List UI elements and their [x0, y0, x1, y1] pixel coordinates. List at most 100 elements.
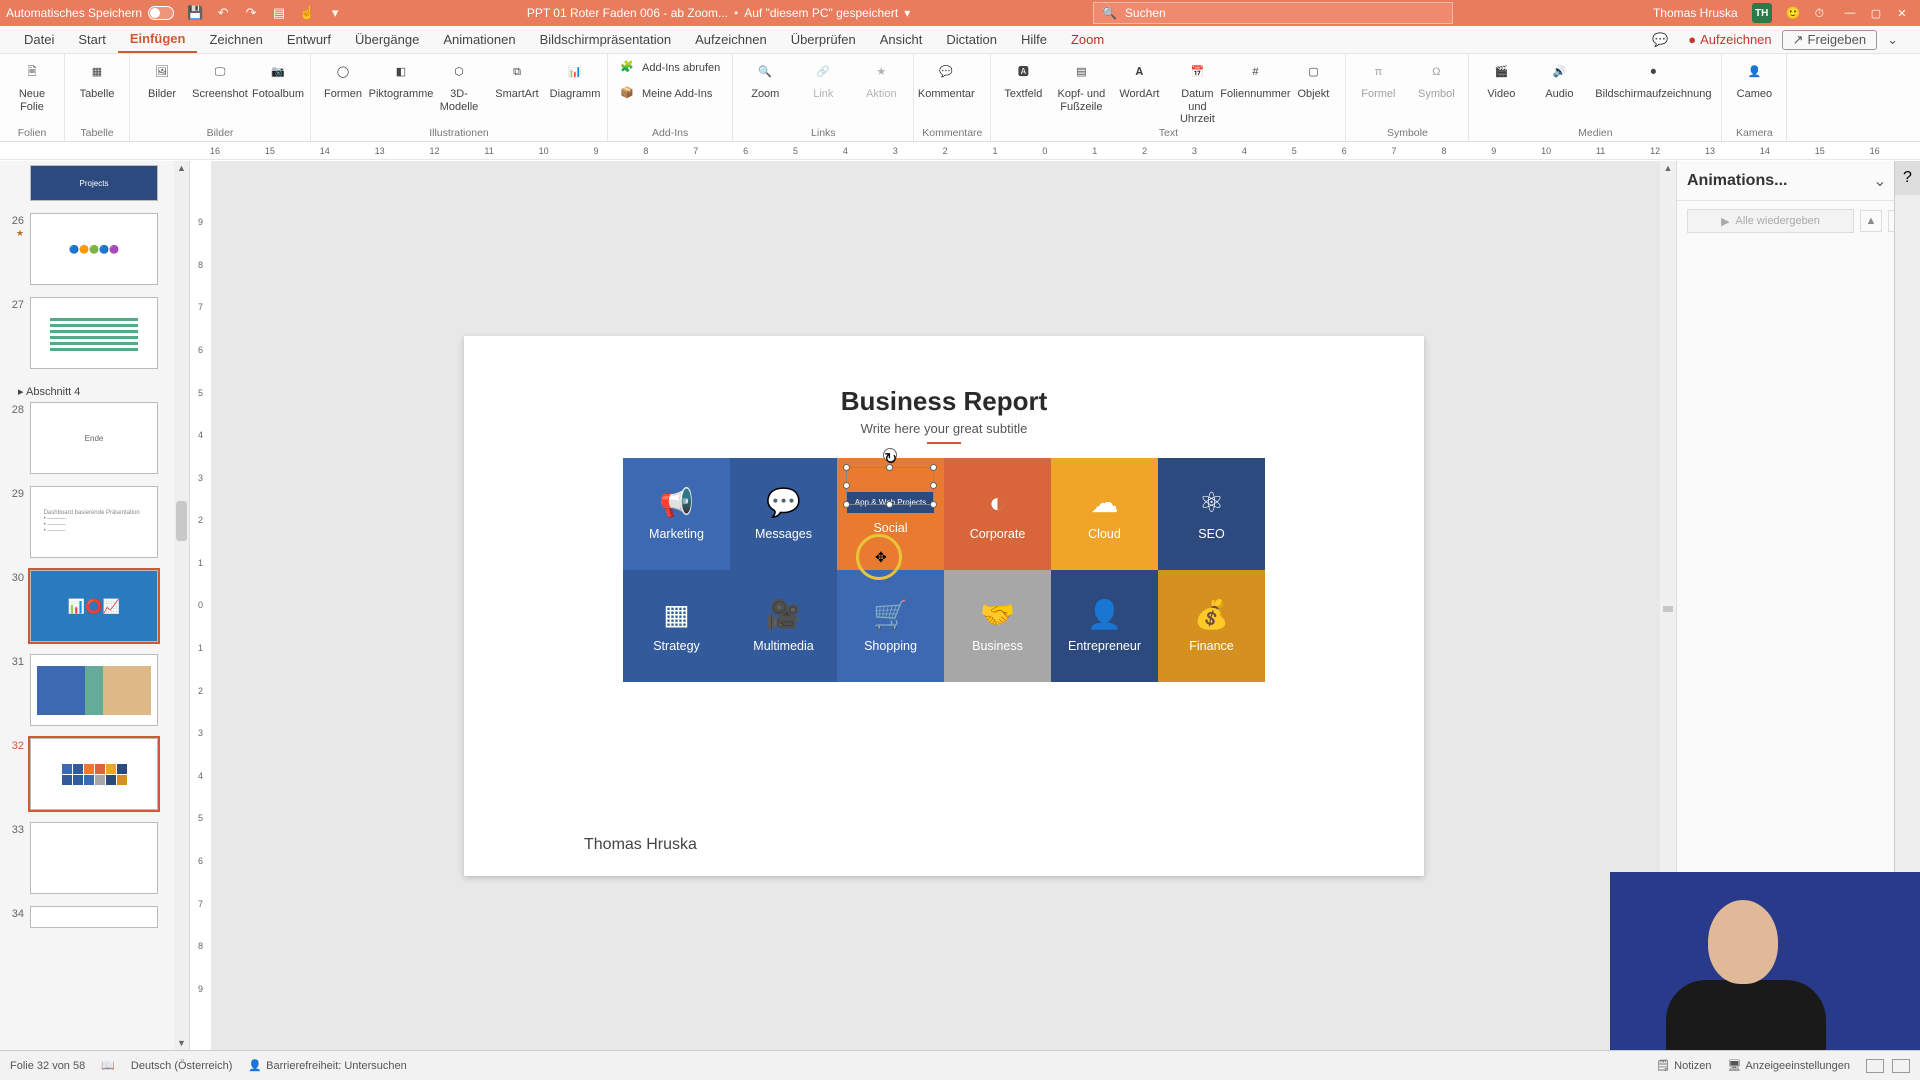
toggle-switch[interactable] — [148, 6, 174, 20]
save-location[interactable]: Auf "diesem PC" gespeichert — [744, 6, 898, 20]
action-button[interactable]: ★Aktion — [857, 57, 905, 101]
tab-hilfe[interactable]: Hilfe — [1009, 26, 1059, 53]
3dmodels-button[interactable]: ⬡3D-Modelle — [435, 57, 483, 113]
tile-marketing[interactable]: 📢Marketing — [623, 458, 730, 570]
comment-button[interactable]: 💬Kommentar — [922, 57, 970, 101]
tile-strategy[interactable]: ▦Strategy — [623, 570, 730, 682]
my-addins-button[interactable]: 📦Meine Add-Ins — [616, 83, 724, 105]
slide-title[interactable]: Business Report — [464, 386, 1424, 417]
tile-corporate[interactable]: ◐Corporate — [944, 458, 1051, 570]
collapse-ribbon-icon[interactable]: ⌄ — [1877, 32, 1908, 48]
maximize-button[interactable]: ▢ — [1864, 4, 1888, 22]
tile-cloud[interactable]: ☁Cloud — [1051, 458, 1158, 570]
notes-button[interactable]: 🗒 Notizen — [1656, 1059, 1711, 1072]
thumbnail-scrollbar[interactable]: ▲ ▼ — [174, 161, 189, 1050]
history-icon[interactable]: ⏱ — [1815, 6, 1824, 21]
language-indicator[interactable]: Deutsch (Österreich) — [131, 1060, 232, 1072]
normal-view-icon[interactable] — [1866, 1059, 1884, 1073]
tile-finance[interactable]: 💰Finance — [1158, 570, 1265, 682]
tab-bildschirm[interactable]: Bildschirmpräsentation — [528, 26, 684, 53]
scroll-up-icon[interactable]: ▲ — [1660, 161, 1676, 175]
user-avatar[interactable]: TH — [1752, 3, 1772, 23]
tile-shopping[interactable]: 🛒Shopping — [837, 570, 944, 682]
chart-button[interactable]: 📊Diagramm — [551, 57, 599, 101]
tile-seo[interactable]: ⚛SEO — [1158, 458, 1265, 570]
save-icon[interactable]: 💾 — [186, 4, 204, 22]
icons-button[interactable]: ◧Piktogramme — [377, 57, 425, 101]
touch-icon[interactable]: ☝ — [298, 4, 316, 22]
slide-thumb-partial[interactable]: Projects — [30, 165, 158, 201]
slide-thumb-29[interactable]: Dashboard basierende Präsentation• ———• … — [30, 486, 158, 558]
get-addins-button[interactable]: 🧩Add-Ins abrufen — [616, 57, 724, 79]
share-button[interactable]: ↗ Freigeben — [1782, 30, 1877, 50]
symbol-button[interactable]: ΩSymbol — [1412, 57, 1460, 101]
tab-datei[interactable]: Datei — [12, 26, 66, 53]
smartart-button[interactable]: ⧉SmartArt — [493, 57, 541, 101]
emoji-icon[interactable]: 🙂 — [1786, 6, 1801, 20]
play-all-button[interactable]: ▶ Alle wiedergeben — [1687, 209, 1854, 233]
link-button[interactable]: 🔗Link — [799, 57, 847, 101]
undo-icon[interactable]: ↶ — [214, 4, 232, 22]
tab-zeichnen[interactable]: Zeichnen — [197, 26, 274, 53]
slide-thumb-27[interactable] — [30, 297, 158, 369]
spellcheck-icon[interactable]: 📖 — [101, 1059, 115, 1072]
tab-ueberpruefen[interactable]: Überprüfen — [779, 26, 868, 53]
pictures-button[interactable]: 🖼Bilder — [138, 57, 186, 101]
shapes-button[interactable]: ◯Formen — [319, 57, 367, 101]
slide-thumb-34[interactable] — [30, 906, 158, 928]
tile-business[interactable]: 🤝Business — [944, 570, 1051, 682]
new-slide-button[interactable]: 🗎Neue Folie — [8, 57, 56, 113]
search-box[interactable]: 🔍 Suchen — [1093, 2, 1453, 24]
screenrec-button[interactable]: ⏺Bildschirmaufzeichnung — [1593, 57, 1713, 101]
rotate-handle-icon[interactable]: ↻ — [883, 448, 897, 462]
scroll-thumb[interactable] — [176, 501, 187, 541]
document-name[interactable]: PPT 01 Roter Faden 006 - ab Zoom... — [527, 6, 728, 20]
audio-button[interactable]: 🔊Audio — [1535, 57, 1583, 101]
autosave-toggle[interactable]: Automatisches Speichern — [6, 6, 174, 20]
tab-einfuegen[interactable]: Einfügen — [118, 26, 198, 53]
dropdown-icon[interactable]: ▾ — [326, 4, 344, 22]
tile-multimedia[interactable]: 🎥Multimedia — [730, 570, 837, 682]
redo-icon[interactable]: ↷ — [242, 4, 260, 22]
cameo-button[interactable]: 👤Cameo — [1730, 57, 1778, 101]
slide-subtitle[interactable]: Write here your great subtitle — [464, 421, 1424, 436]
tab-start[interactable]: Start — [66, 26, 117, 53]
scroll-nub[interactable] — [1663, 606, 1673, 612]
slide-counter[interactable]: Folie 32 von 58 — [10, 1060, 85, 1072]
slidenumber-button[interactable]: #Foliennummer — [1231, 57, 1279, 101]
selection-box[interactable]: ↻ — [846, 467, 934, 505]
slide-thumb-28[interactable]: Ende — [30, 402, 158, 474]
sorter-view-icon[interactable] — [1892, 1059, 1910, 1073]
move-up-icon[interactable]: ▲ — [1860, 210, 1882, 232]
slide-thumb-30[interactable]: 📊⭕📈 — [30, 570, 158, 642]
header-footer-button[interactable]: ▤Kopf- und Fußzeile — [1057, 57, 1105, 113]
slide-thumb-26[interactable]: 🔵🟠🟢🔵🟣 — [30, 213, 158, 285]
slide-editor[interactable]: Business Report Write here your great su… — [212, 161, 1676, 1050]
scroll-down-icon[interactable]: ▼ — [174, 1036, 189, 1050]
display-settings-button[interactable]: 🖥 Anzeigeeinstellungen — [1727, 1059, 1850, 1072]
tile-messages[interactable]: 💬Messages — [730, 458, 837, 570]
chevron-down-icon[interactable]: ⌄ — [1873, 171, 1886, 191]
datetime-button[interactable]: 📅Datum und Uhrzeit — [1173, 57, 1221, 126]
section-header[interactable]: ▸ Abschnitt 4 — [6, 381, 168, 402]
comments-button[interactable]: 💬 — [1642, 32, 1678, 48]
record-button[interactable]: ● Aufzeichnen — [1678, 32, 1781, 47]
object-button[interactable]: ▢Objekt — [1289, 57, 1337, 101]
equation-button[interactable]: πFormel — [1354, 57, 1402, 101]
zoom-button[interactable]: 🔍Zoom — [741, 57, 789, 101]
tab-dictation[interactable]: Dictation — [934, 26, 1009, 53]
user-name[interactable]: Thomas Hruska — [1653, 6, 1738, 20]
slide-canvas[interactable]: Business Report Write here your great su… — [464, 336, 1424, 876]
table-button[interactable]: ▦Tabelle — [73, 57, 121, 101]
photoalbum-button[interactable]: 📷Fotoalbum — [254, 57, 302, 101]
wordart-button[interactable]: 𝐀WordArt — [1115, 57, 1163, 101]
chevron-down-icon[interactable]: ▾ — [904, 6, 910, 20]
screenshot-button[interactable]: 🖵Screenshot — [196, 57, 244, 101]
slide-thumb-31[interactable] — [30, 654, 158, 726]
tab-uebergaenge[interactable]: Übergänge — [343, 26, 431, 53]
present-icon[interactable]: ▤ — [270, 4, 288, 22]
close-button[interactable]: ✕ — [1890, 4, 1914, 22]
tab-aufzeichnen[interactable]: Aufzeichnen — [683, 26, 779, 53]
tab-entwurf[interactable]: Entwurf — [275, 26, 343, 53]
tab-zoom[interactable]: Zoom — [1059, 26, 1116, 53]
